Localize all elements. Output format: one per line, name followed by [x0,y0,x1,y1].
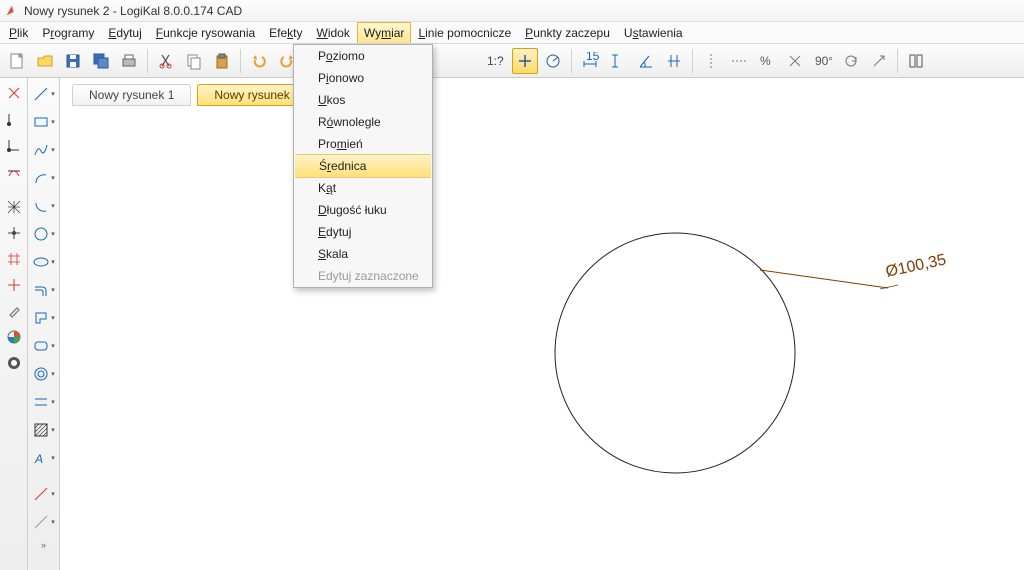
menu-wymiar[interactable]: Wymiar [357,22,412,43]
left-toolbar-draw: ▾ ▾ ▾ ▾ ▾ ▾ ▾ ▾ ▾ ▾ ▾ ▾ ▾ A▾ ▾ ▾ » [28,78,60,570]
snap-polar-button[interactable] [540,48,566,74]
guide-horizontal-button[interactable] [726,48,752,74]
snap-grid1-icon[interactable] [3,196,25,218]
menu-linie-pomocnicze[interactable]: Linie pomocnicze [411,22,518,43]
toolbar-separator [897,49,898,73]
dim-horizontal-button[interactable]: 15 [577,48,603,74]
guide-arrow-button[interactable] [866,48,892,74]
dd-edytuj-zaznaczone: Edytuj zaznaczone [294,265,432,287]
drawing-canvas[interactable]: Nowy rysunek 1 Nowy rysunek 2⊗ Ø100,35 [60,78,1024,570]
save-all-button[interactable] [88,48,114,74]
tool-rectangle[interactable]: ▾ [31,110,57,134]
menu-widok[interactable]: Widok [310,22,357,43]
tool-profile[interactable]: ▾ [31,306,57,330]
svg-text:90°: 90° [815,54,832,68]
tool-arc2[interactable]: ▾ [31,194,57,218]
save-button[interactable] [60,48,86,74]
svg-text:%: % [760,54,771,68]
new-file-button[interactable] [4,48,30,74]
snap-scissors-icon[interactable] [3,82,25,104]
tool-ellipse[interactable]: ▾ [31,250,57,274]
paste-button[interactable] [209,48,235,74]
tool-offset[interactable]: ▾ [31,278,57,302]
tool-roundrect[interactable]: ▾ [31,334,57,358]
tool-circle[interactable]: ▾ [31,222,57,246]
cut-button[interactable] [153,48,179,74]
dim-angle-button[interactable] [633,48,659,74]
toolbar-separator [147,49,148,73]
tool-line2[interactable]: ▾ [31,482,57,506]
menu-edytuj[interactable]: Edytuj [101,22,148,43]
snap-color-icon[interactable] [3,326,25,348]
menubar: Plik Programy Edytuj Funkcje rysowania E… [0,22,1024,44]
tool-hatch[interactable]: ▾ [31,418,57,442]
tool-spline[interactable]: ▾ [31,138,57,162]
tool-line[interactable]: ▾ [31,82,57,106]
dd-kat[interactable]: Kąt [294,177,432,199]
window-titlebar: Nowy rysunek 2 - LogiKal 8.0.0.174 CAD [0,0,1024,22]
menu-efekty[interactable]: Efekty [262,22,309,43]
svg-text:15: 15 [586,52,599,63]
menu-funkcje-rysowania[interactable]: Funkcje rysowania [149,22,262,43]
menu-plik[interactable]: Plik [2,22,35,43]
tool-line3[interactable]: ▾ [31,510,57,534]
guide-vertical-button[interactable] [698,48,724,74]
dd-pionowo[interactable]: Pionowo [294,67,432,89]
snap-fillbg-icon[interactable] [3,352,25,374]
canvas-svg [60,78,1024,570]
undo-button[interactable] [246,48,272,74]
guide-rotate-button[interactable] [838,48,864,74]
toolbar-overflow-icon[interactable]: » [41,540,46,550]
menu-programy[interactable]: Programy [35,22,101,43]
main-toolbar: 1:? 15 % 90° [0,44,1024,78]
window-title: Nowy rysunek 2 - LogiKal 8.0.0.174 CAD [24,4,242,18]
menu-punkty-zaczepu[interactable]: Punkty zaczepu [518,22,617,43]
dd-promien[interactable]: Promień [294,133,432,155]
snap-ortho-button[interactable] [512,48,538,74]
guide-percent-button[interactable]: % [754,48,780,74]
toolbar-separator [240,49,241,73]
toolbar-separator [692,49,693,73]
guide-angle-button[interactable]: 90° [810,48,836,74]
dd-ukos[interactable]: Ukos [294,89,432,111]
print-button[interactable] [116,48,142,74]
snap-grid4-icon[interactable] [3,274,25,296]
snap-grid2-icon[interactable] [3,222,25,244]
snap-tangent-icon[interactable] [3,160,25,182]
snap-corner-icon[interactable] [3,134,25,156]
tool-arc[interactable]: ▾ [31,166,57,190]
tool-double-circle[interactable]: ▾ [31,362,57,386]
toolbar-separator [571,49,572,73]
snap-eyedropper-icon[interactable] [3,300,25,322]
snap-endpoint-icon[interactable] [3,108,25,130]
layout-columns-button[interactable] [903,48,929,74]
dim-align-button[interactable] [661,48,687,74]
menu-ustawienia[interactable]: Ustawienia [617,22,690,43]
svg-text:A: A [34,452,43,466]
dd-rownolegle[interactable]: Równolegle [294,111,432,133]
tool-text[interactable]: A▾ [31,446,57,470]
left-toolbar-snap [0,78,28,570]
copy-button[interactable] [181,48,207,74]
scale-label[interactable]: 1:? [481,54,510,68]
dd-poziomo[interactable]: Poziomo [294,45,432,67]
dd-edytuj[interactable]: Edytuj [294,221,432,243]
menu-wymiar-dropdown: Poziomo Pionowo Ukos Równolegle Promień … [293,44,433,288]
open-file-button[interactable] [32,48,58,74]
dd-srednica[interactable]: Średnica [295,154,431,178]
tool-parallel-lines[interactable]: ▾ [31,390,57,414]
app-logo-icon [4,4,18,18]
snap-grid3-icon[interactable] [3,248,25,270]
dd-skala[interactable]: Skala [294,243,432,265]
dim-vertical-button[interactable] [605,48,631,74]
dd-dlugosc-luku[interactable]: Długość łuku [294,199,432,221]
guide-cross-button[interactable] [782,48,808,74]
